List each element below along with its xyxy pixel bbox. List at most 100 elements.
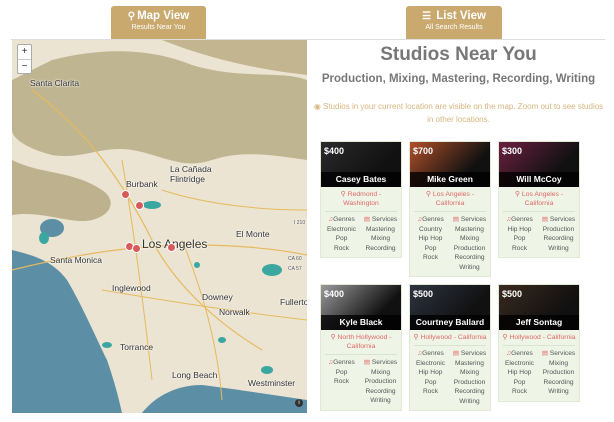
studio-name[interactable]: Courtney Ballard bbox=[410, 315, 490, 330]
map-marker-icon: ⚲ bbox=[413, 334, 419, 341]
studio-pin[interactable] bbox=[132, 244, 141, 253]
studio-card[interactable]: $300 Will McCoy ⚲ Los Angeles - California… bbox=[498, 141, 580, 258]
map-view-sublabel: Results Near You bbox=[131, 24, 186, 31]
studio-price: $500 bbox=[413, 289, 434, 299]
service-item: Recording bbox=[365, 387, 396, 395]
service-item: Writing bbox=[548, 388, 569, 395]
service-item: Writing bbox=[459, 397, 480, 405]
genre-item: Rock bbox=[333, 378, 350, 385]
genre-item: Electronic bbox=[505, 359, 534, 367]
studio-name[interactable]: Mike Green bbox=[410, 172, 490, 187]
studio-pin[interactable] bbox=[167, 243, 176, 252]
genre-item: Hip Hop bbox=[418, 235, 443, 242]
genres-column: ♫Genres Electronic Hip Hop Pop Rock bbox=[500, 349, 539, 397]
map-label-downey: Downey bbox=[202, 292, 233, 302]
service-item: Production bbox=[364, 378, 397, 385]
studio-location[interactable]: ⚲ Hollywood - California bbox=[499, 330, 579, 345]
genre-item: Pop bbox=[424, 244, 437, 252]
service-item: Recording bbox=[454, 388, 485, 395]
zoom-out-button[interactable]: − bbox=[18, 59, 31, 73]
service-item: Mastering bbox=[455, 359, 484, 367]
genre-item: Pop bbox=[513, 235, 526, 242]
studio-price: $500 bbox=[502, 289, 523, 299]
service-item: Mastering bbox=[455, 225, 484, 233]
studio-pin[interactable] bbox=[121, 190, 130, 199]
genres-column: ♫Genres Hip Hop Pop Rock bbox=[500, 215, 539, 253]
map-marker-icon: ⚲ bbox=[514, 191, 521, 198]
list-view-sublabel: All Search Results bbox=[425, 24, 483, 31]
service-item: Mixing bbox=[370, 235, 391, 242]
tab-list-view[interactable]: ☰ List View All Search Results bbox=[406, 6, 502, 39]
studio-image[interactable]: $700 Mike Green bbox=[410, 142, 490, 187]
service-item: Production bbox=[453, 378, 486, 386]
studio-name[interactable]: Kyle Black bbox=[321, 315, 401, 330]
map-label-i210: I 210 bbox=[294, 220, 306, 226]
services-column: ▤ Services Mixing Production Recording Writi… bbox=[361, 358, 400, 406]
studio-price: $700 bbox=[413, 146, 434, 156]
studio-card[interactable]: $500 Courtney Ballard ⚲ Hollywood - Califo… bbox=[409, 284, 491, 411]
studio-location[interactable]: ⚲ Los Angeles - California bbox=[499, 187, 579, 211]
studio-card[interactable]: $400 Casey Bates ⚲ Redmond - Washington ♫Ge… bbox=[320, 141, 402, 258]
map-label-santa-clarita: Santa Clarita bbox=[30, 78, 80, 88]
services-column: ▤ Services Mastering Mixing Production Recor… bbox=[450, 349, 489, 406]
map-marker-icon: ⚲ bbox=[502, 334, 508, 341]
genre-item: Pop bbox=[424, 378, 437, 386]
genre-item: Hip Hop bbox=[507, 369, 532, 376]
genre-item: Pop bbox=[513, 378, 526, 386]
tab-map-view[interactable]: ⚲ Map View Results Near You bbox=[111, 6, 206, 39]
studio-image[interactable]: $500 Jeff Sontag bbox=[499, 285, 579, 330]
document-icon: ▤ bbox=[452, 216, 460, 223]
genre-item: Rock bbox=[511, 388, 528, 395]
genre-item: Rock bbox=[333, 244, 350, 252]
map-label-long-beach: Long Beach bbox=[172, 370, 218, 380]
studio-pin[interactable] bbox=[135, 201, 144, 210]
document-icon: ▤ bbox=[363, 359, 371, 366]
studio-location[interactable]: ⚲ Hollywood - California bbox=[410, 330, 490, 345]
service-item: Production bbox=[542, 369, 575, 376]
genres-column: ♫Genres Country Hip Hop Pop Rock bbox=[411, 215, 450, 272]
service-item: Mixing bbox=[459, 369, 480, 376]
studio-card[interactable]: $400 Kyle Black ⚲ North Hollywood - Califo… bbox=[320, 284, 402, 411]
map-marker-icon: ⚲ bbox=[340, 191, 346, 198]
service-item: Writing bbox=[459, 263, 480, 271]
studio-name[interactable]: Jeff Sontag bbox=[499, 315, 579, 330]
document-icon: ▤ bbox=[363, 216, 371, 223]
list-view-label: ☰ List View bbox=[422, 10, 486, 22]
genre-item: Pop bbox=[335, 368, 348, 376]
studio-image[interactable]: $500 Courtney Ballard bbox=[410, 285, 490, 330]
studio-location[interactable]: ⚲ North Hollywood - California bbox=[321, 330, 401, 354]
map-label-santa-monica: Santa Monica bbox=[50, 255, 102, 265]
studio-card[interactable]: $500 Jeff Sontag ⚲ Hollywood - California ♫… bbox=[498, 284, 580, 402]
studio-location[interactable]: ⚲ Los Angeles - California bbox=[410, 187, 490, 211]
attribution-icon[interactable]: i bbox=[295, 399, 303, 407]
list-icon: ☰ bbox=[422, 11, 432, 22]
studio-image[interactable]: $400 Casey Bates bbox=[321, 142, 401, 187]
service-item: Recording bbox=[454, 254, 485, 261]
map-label-norwalk: Norwalk bbox=[219, 307, 250, 317]
page-subtitle: Production, Mixing, Mastering, Recording… bbox=[321, 73, 596, 85]
services-column: ▤ Services Production Recording Writing bbox=[539, 215, 578, 253]
services-column: ▤ Services Mastering Mixing Production Recor… bbox=[450, 215, 489, 272]
eye-icon: ◉ bbox=[313, 102, 321, 111]
studio-map[interactable]: + − Santa Clarita La Cañada Flintridge B… bbox=[12, 40, 307, 413]
document-icon: ▤ bbox=[541, 350, 549, 357]
service-item: Production bbox=[542, 225, 575, 233]
studio-image[interactable]: $400 Kyle Black bbox=[321, 285, 401, 330]
studio-price: $300 bbox=[502, 146, 523, 156]
studio-name[interactable]: Casey Bates bbox=[321, 172, 401, 187]
map-label-burbank: Burbank bbox=[126, 179, 158, 189]
genre-item: Rock bbox=[422, 388, 439, 395]
studio-name[interactable]: Will McCoy bbox=[499, 172, 579, 187]
zoom-in-button[interactable]: + bbox=[18, 45, 31, 59]
map-label-ca60: CA 60 bbox=[288, 256, 302, 262]
genre-item: Pop bbox=[335, 235, 348, 242]
page-title: Studios Near You bbox=[380, 44, 537, 65]
studio-image[interactable]: $300 Will McCoy bbox=[499, 142, 579, 187]
service-item: Writing bbox=[370, 397, 391, 404]
studio-card[interactable]: $700 Mike Green ⚲ Los Angeles - California… bbox=[409, 141, 491, 277]
document-icon: ▤ bbox=[541, 216, 549, 223]
map-label-torrance: Torrance bbox=[120, 342, 154, 352]
studio-location[interactable]: ⚲ Redmond - Washington bbox=[321, 187, 401, 211]
map-marker-icon: ⚲ bbox=[330, 334, 336, 341]
genre-item: Hip Hop bbox=[507, 225, 532, 233]
